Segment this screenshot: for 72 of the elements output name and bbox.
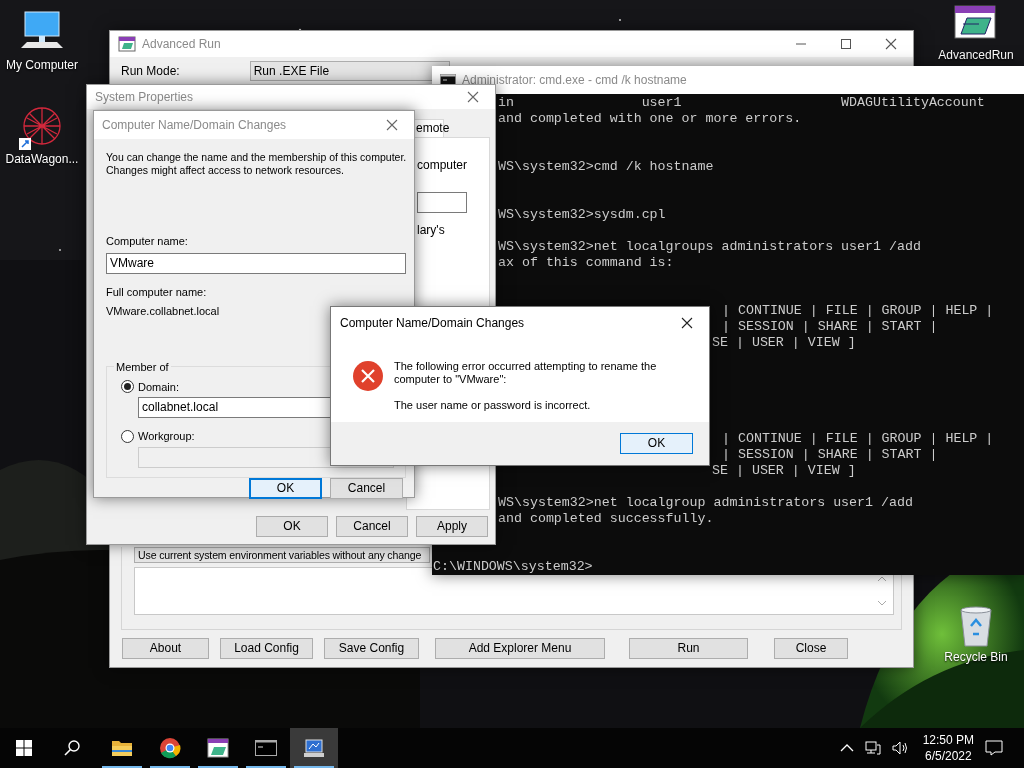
radio-label: Workgroup:: [138, 429, 195, 444]
dialog-title: Computer Name/Domain Changes: [340, 315, 525, 332]
console-line: WS\system32>net localgroups administrators user1 /add: [498, 239, 921, 254]
console-line: ax of this command is:: [498, 255, 674, 270]
ok-button[interactable]: OK: [620, 433, 693, 454]
button[interactable]: OK: [249, 477, 322, 499]
button[interactable]: Close: [774, 638, 848, 659]
close-button[interactable]: [884, 38, 897, 50]
dropdown[interactable]: Run .EXE File: [249, 61, 450, 81]
text: computer: [417, 157, 469, 174]
button[interactable]: Cancel: [336, 516, 408, 537]
icon-label[interactable]: DataWagon...: [5, 152, 79, 166]
start-icon[interactable]: [16, 740, 32, 756]
browser-icon[interactable]: [159, 737, 181, 759]
maximize-button[interactable]: [839, 38, 852, 50]
icon-label[interactable]: Recycle Bin: [944, 650, 1008, 664]
icon-label[interactable]: My Computer: [6, 58, 78, 72]
clock-date[interactable]: 6/5/2022: [922, 748, 974, 764]
radio-label: Domain:: [138, 379, 179, 395]
window-title: Administrator: cmd.exe - cmd /k hostname: [462, 72, 687, 89]
notification-icon[interactable]: [985, 740, 1003, 756]
terminal-icon[interactable]: [255, 737, 277, 759]
description-text: You can change the name and the membership of this computer. Changes might affect access to network resources.: [106, 151, 408, 177]
button[interactable]: Run: [629, 638, 748, 659]
close-button[interactable]: [680, 317, 693, 329]
volume-icon[interactable]: [891, 741, 910, 755]
field-label: Computer name:: [106, 234, 189, 249]
console-line: | SESSION | SHARE | START |: [722, 447, 938, 462]
window-title: Advanced Run: [142, 36, 221, 53]
field-label: Full computer name:: [106, 284, 208, 300]
field-label: Run Mode:: [121, 63, 180, 80]
input-field[interactable]: [417, 192, 467, 213]
button[interactable]: Add Explorer Menu: [435, 638, 605, 659]
button[interactable]: Load Config: [220, 638, 313, 659]
button[interactable]: Cancel: [330, 477, 403, 499]
console-line: and completed successfully.: [498, 511, 714, 526]
input-field[interactable]: VMware: [106, 252, 406, 274]
console-line: C:\WINDOWS\system32>: [433, 559, 593, 574]
console-line: SE | USER | VIEW ]: [712, 463, 856, 478]
console-line: and completed with one or more errors.: [498, 111, 802, 126]
console-line: SE | USER | VIEW ]: [712, 335, 856, 350]
console-line: WS\system32>cmd /k hostname: [498, 159, 714, 174]
console-line: | SESSION | SHARE | START |: [722, 319, 938, 334]
dropdown[interactable]: Use current system environment variables without any change: [134, 547, 430, 563]
window-icon[interactable]: [207, 737, 229, 759]
console-line: | CONTINUE | FILE | GROUP | HELP |: [722, 431, 994, 446]
icon-label[interactable]: AdvancedRun: [938, 48, 1014, 62]
button[interactable]: Save Config: [324, 638, 419, 659]
message-text: The user name or password is incorrect.: [394, 399, 592, 412]
text: VMware.collabnet.local: [106, 304, 221, 319]
console-line: WS\system32>sysdm.cpl: [498, 207, 666, 222]
text: lary's: [417, 222, 446, 239]
dialog-title: Computer Name/Domain Changes: [102, 117, 287, 134]
window-title: System Properties: [95, 89, 194, 106]
console-line: WS\system32>net localgroup administrators user1 /add: [498, 495, 913, 510]
error-icon: [352, 360, 384, 392]
radio-button[interactable]: [121, 429, 134, 443]
taskbar-button[interactable]: [290, 728, 338, 768]
clock-time[interactable]: 12:50 PM: [922, 732, 974, 748]
console-line: in user1 WDAGUtilityAccount: [498, 95, 985, 110]
monitor-icon[interactable]: [303, 737, 325, 759]
radio-button[interactable]: [121, 380, 134, 394]
scroll-up-icon[interactable]: [877, 576, 887, 582]
chevron-icon[interactable]: [839, 743, 854, 753]
app-icon: [118, 36, 136, 52]
button[interactable]: Apply: [416, 516, 488, 537]
button[interactable]: OK: [256, 516, 328, 537]
console-line: | CONTINUE | FILE | GROUP | HELP |: [722, 303, 994, 318]
message-text: The following error occurred attempting to rename the computer to "VMware":: [394, 360, 658, 386]
search-icon[interactable]: [64, 740, 80, 756]
network-icon[interactable]: [864, 741, 881, 755]
button[interactable]: About: [122, 638, 209, 659]
